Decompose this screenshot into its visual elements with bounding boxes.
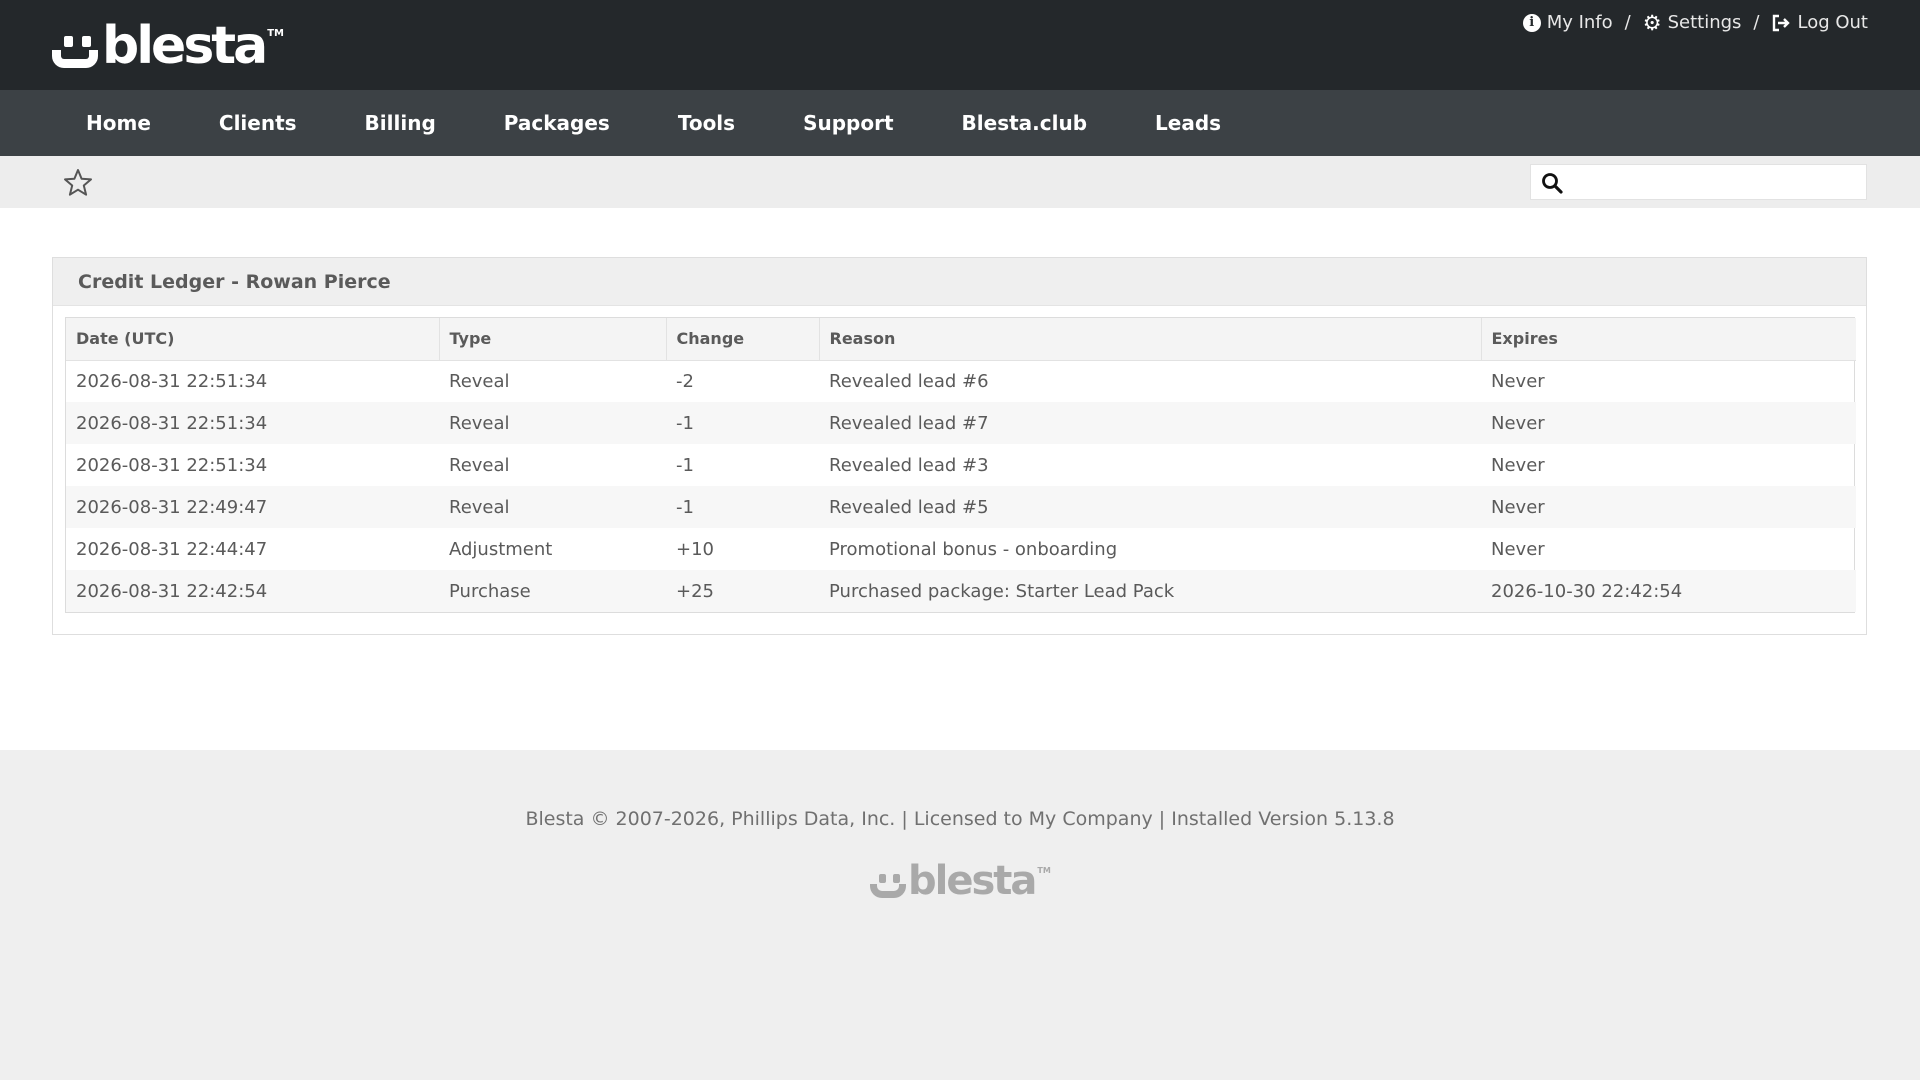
- column-header-reason[interactable]: Reason: [819, 318, 1482, 361]
- sub-toolbar: [0, 156, 1920, 208]
- smile-logo-icon: [870, 862, 908, 902]
- cell-expires: Never: [1491, 538, 1545, 560]
- my-info-link[interactable]: i My Info: [1522, 12, 1613, 33]
- settings-label: Settings: [1667, 12, 1742, 33]
- credit-ledger-panel: Credit Ledger - Rowan Pierce Date (UTC) …: [52, 257, 1867, 635]
- my-info-label: My Info: [1546, 12, 1613, 33]
- table-row: 2026-08-31 22:42:54 Purchase +25 Purchas…: [66, 570, 1856, 612]
- logo-trademark: TM: [267, 28, 284, 39]
- panel-title: Credit Ledger - Rowan Pierce: [53, 258, 1866, 306]
- cell-reason: Revealed lead #5: [819, 486, 1481, 528]
- header-bar: blesta TM i My Info / ⚙ Settings / Log O…: [0, 0, 1920, 90]
- cell-date: 2026-08-31 22:44:47: [76, 538, 268, 560]
- footer-logo-wordmark: blesta: [908, 858, 1037, 904]
- cell-expires: Never: [1481, 402, 1856, 444]
- nav-billing[interactable]: Billing: [331, 90, 470, 156]
- cell-reason: Revealed lead #6: [829, 370, 989, 392]
- log-out-label: Log Out: [1797, 12, 1868, 33]
- star-icon[interactable]: [62, 167, 94, 199]
- info-circle-icon: i: [1522, 13, 1541, 32]
- user-links: i My Info / ⚙ Settings / Log Out: [1522, 12, 1868, 33]
- cell-type: Reveal: [449, 454, 510, 476]
- nav-tools[interactable]: Tools: [644, 90, 769, 156]
- cell-type: Reveal: [439, 402, 666, 444]
- search-icon[interactable]: [1541, 172, 1563, 194]
- nav-blesta-club[interactable]: Blesta.club: [928, 90, 1122, 156]
- cell-type: Reveal: [449, 370, 510, 392]
- footer-copyright: Blesta © 2007-2026, Phillips Data, Inc. …: [525, 808, 1395, 830]
- table-row: 2026-08-31 22:51:34 Reveal -1 Revealed l…: [66, 444, 1856, 486]
- gear-icon: ⚙: [1642, 10, 1662, 35]
- table-header-row: Date (UTC) Type Change Reason Expires: [66, 318, 1856, 361]
- cell-change: -1: [666, 486, 819, 528]
- table-row: 2026-08-31 22:49:47 Reveal -1 Revealed l…: [66, 486, 1856, 528]
- cell-expires: Never: [1481, 486, 1856, 528]
- cell-date: 2026-08-31 22:42:54: [66, 570, 439, 612]
- ledger-table: Date (UTC) Type Change Reason Expires 20…: [65, 317, 1856, 613]
- footer: Blesta © 2007-2026, Phillips Data, Inc. …: [0, 750, 1920, 1080]
- nav-leads[interactable]: Leads: [1121, 90, 1255, 156]
- sign-out-icon: [1773, 14, 1791, 31]
- cell-reason: Promotional bonus - onboarding: [829, 538, 1118, 560]
- main-nav: Home Clients Billing Packages Tools Supp…: [0, 90, 1920, 156]
- cell-reason: Purchased package: Starter Lead Pack: [819, 570, 1481, 612]
- column-header-date[interactable]: Date (UTC): [66, 318, 440, 361]
- logo-wordmark: blesta: [102, 16, 268, 76]
- column-header-type[interactable]: Type: [439, 318, 667, 361]
- smile-logo-icon: [52, 20, 102, 72]
- separator: /: [1624, 12, 1631, 33]
- column-header-expires[interactable]: Expires: [1481, 318, 1856, 361]
- cell-change: +10: [676, 538, 714, 560]
- cell-change: +25: [666, 570, 819, 612]
- nav-packages[interactable]: Packages: [470, 90, 644, 156]
- cell-change: -1: [676, 454, 694, 476]
- cell-date: 2026-08-31 22:51:34: [76, 454, 268, 476]
- cell-reason: Revealed lead #7: [819, 402, 1481, 444]
- log-out-link[interactable]: Log Out: [1771, 12, 1868, 33]
- cell-date: 2026-08-31 22:51:34: [66, 402, 439, 444]
- blesta-logo[interactable]: blesta TM: [52, 20, 284, 72]
- cell-expires: 2026-10-30 22:42:54: [1481, 570, 1856, 612]
- cell-change: -1: [666, 402, 819, 444]
- footer-logo-trademark: TM: [1037, 866, 1051, 875]
- nav-clients[interactable]: Clients: [185, 90, 331, 156]
- cell-reason: Revealed lead #3: [829, 454, 989, 476]
- table-row: 2026-08-31 22:51:34 Reveal -1 Revealed l…: [66, 402, 1856, 444]
- settings-link[interactable]: ⚙ Settings: [1643, 12, 1742, 33]
- cell-change: -2: [676, 370, 694, 392]
- search-box: [1530, 164, 1867, 200]
- cell-type: Reveal: [439, 486, 666, 528]
- separator: /: [1753, 12, 1760, 33]
- nav-support[interactable]: Support: [769, 90, 927, 156]
- cell-type: Purchase: [439, 570, 666, 612]
- cell-date: 2026-08-31 22:49:47: [66, 486, 439, 528]
- cell-expires: Never: [1491, 454, 1545, 476]
- search-input[interactable]: [1571, 167, 1861, 197]
- cell-type: Adjustment: [449, 538, 553, 560]
- footer-logo[interactable]: blesta TM: [870, 860, 1051, 902]
- table-row: 2026-08-31 22:44:47 Adjustment +10 Promo…: [66, 528, 1856, 570]
- column-header-change[interactable]: Change: [666, 318, 820, 361]
- cell-date: 2026-08-31 22:51:34: [76, 370, 268, 392]
- cell-expires: Never: [1491, 370, 1545, 392]
- table-row: 2026-08-31 22:51:34 Reveal -2 Revealed l…: [66, 360, 1856, 402]
- nav-home[interactable]: Home: [52, 90, 185, 156]
